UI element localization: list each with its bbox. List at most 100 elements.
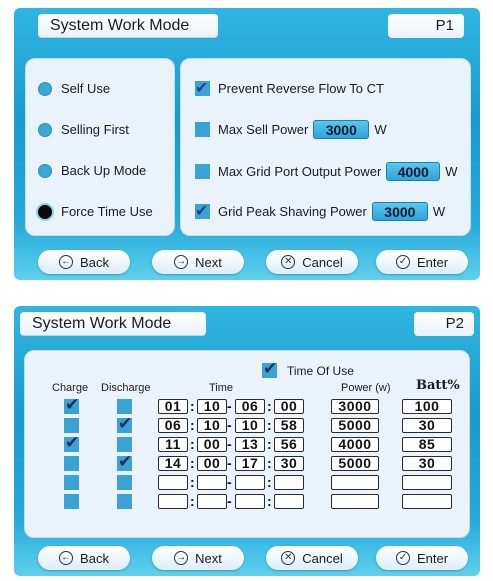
start-hour-input[interactable]: 01 <box>158 399 188 414</box>
option-grid-peak-shaving[interactable]: Grid Peak Shaving Power 3000 W <box>195 201 445 221</box>
option-label: Grid Peak Shaving Power <box>218 204 367 219</box>
charge-checkbox[interactable] <box>64 395 79 415</box>
batt-input[interactable]: 30 <box>402 418 452 433</box>
mode-force-time-use[interactable]: Force Time Use <box>38 204 153 219</box>
option-max-sell-power[interactable]: Max Sell Power 3000 W <box>195 120 387 139</box>
option-label: Max Sell Power <box>218 122 309 137</box>
discharge-checkbox[interactable] <box>117 452 132 472</box>
charge-checkbox[interactable] <box>64 494 79 509</box>
time-dash: - <box>227 417 232 433</box>
end-minute-input[interactable]: 30 <box>274 456 304 471</box>
time-colon: : <box>190 417 195 433</box>
time-colon: : <box>190 436 195 452</box>
discharge-checkbox[interactable] <box>117 494 132 509</box>
enter-button[interactable]: ✓ Enter <box>376 250 468 274</box>
cancel-button[interactable]: ✕ Cancel <box>266 250 358 274</box>
start-hour-input[interactable] <box>158 494 188 509</box>
button-bar: ← Back → Next ✕ Cancel ✓ Enter <box>14 250 480 280</box>
arrow-left-circle-icon: ← <box>59 551 74 565</box>
next-button[interactable]: → Next <box>152 546 244 570</box>
end-hour-input[interactable]: 13 <box>235 437 265 452</box>
batt-input[interactable]: 100 <box>402 399 452 414</box>
page-indicator: P1 <box>388 14 464 38</box>
time-colon: : <box>267 493 272 509</box>
mode-selling-first[interactable]: Selling First <box>38 122 129 137</box>
time-dash: - <box>227 398 232 414</box>
start-minute-input[interactable] <box>197 475 227 490</box>
back-button[interactable]: ← Back <box>38 546 130 570</box>
checkbox-checked-icon[interactable] <box>195 78 210 98</box>
end-hour-input[interactable]: 06 <box>235 399 265 414</box>
end-minute-input[interactable]: 58 <box>274 418 304 433</box>
next-button[interactable]: → Next <box>152 250 244 274</box>
radio-selected-icon <box>38 204 52 219</box>
power-input[interactable]: 3000 <box>331 399 379 414</box>
time-colon: : <box>267 417 272 433</box>
checkbox-icon[interactable] <box>195 164 210 179</box>
title-bar: System Work Mode P1 <box>14 8 480 42</box>
end-hour-input[interactable] <box>235 494 265 509</box>
discharge-checkbox[interactable] <box>117 437 132 452</box>
charge-checkbox[interactable] <box>64 456 79 471</box>
back-button[interactable]: ← Back <box>38 250 130 274</box>
mode-self-use[interactable]: Self Use <box>38 81 110 96</box>
start-minute-input[interactable]: 00 <box>197 437 227 452</box>
time-dash: - <box>227 474 232 490</box>
discharge-checkbox[interactable] <box>117 414 132 434</box>
charge-checkbox[interactable] <box>64 433 79 453</box>
start-minute-input[interactable] <box>197 494 227 509</box>
grid-peak-shaving-input[interactable]: 3000 <box>371 202 428 221</box>
discharge-checkbox[interactable] <box>117 475 132 490</box>
power-input[interactable]: 4000 <box>331 437 379 452</box>
power-input[interactable] <box>331 475 379 490</box>
end-hour-input[interactable] <box>235 475 265 490</box>
option-prevent-reverse-flow[interactable]: Prevent Reverse Flow To CT <box>195 78 384 98</box>
start-minute-input[interactable]: 00 <box>197 456 227 471</box>
button-label: Cancel <box>302 550 343 566</box>
x-circle-icon: ✕ <box>281 551 296 565</box>
enter-button[interactable]: ✓ Enter <box>376 546 468 570</box>
end-minute-input[interactable] <box>274 494 304 509</box>
batt-input[interactable] <box>402 494 452 509</box>
max-sell-power-input[interactable]: 3000 <box>313 120 370 139</box>
x-circle-icon: ✕ <box>281 255 296 269</box>
start-minute-input[interactable]: 10 <box>197 399 227 414</box>
checkbox-icon[interactable] <box>195 122 210 137</box>
power-input[interactable]: 5000 <box>331 418 379 433</box>
end-hour-input[interactable]: 10 <box>235 418 265 433</box>
checkbox-checked-icon[interactable] <box>195 201 210 221</box>
end-minute-input[interactable]: 00 <box>274 399 304 414</box>
start-hour-input[interactable]: 14 <box>158 456 188 471</box>
charge-checkbox[interactable] <box>64 418 79 433</box>
power-input[interactable]: 5000 <box>331 456 379 471</box>
power-input[interactable] <box>331 494 379 509</box>
mode-back-up[interactable]: Back Up Mode <box>38 163 146 178</box>
mode-label: Back Up Mode <box>61 163 147 178</box>
max-grid-port-input[interactable]: 4000 <box>386 162 441 181</box>
discharge-checkbox[interactable] <box>117 399 132 414</box>
time-of-use-checkbox[interactable] <box>262 359 277 379</box>
start-minute-input[interactable]: 10 <box>197 418 227 433</box>
batt-input[interactable] <box>402 475 452 490</box>
charge-checkbox[interactable] <box>64 475 79 490</box>
start-hour-input[interactable]: 06 <box>158 418 188 433</box>
header-discharge: Discharge <box>101 382 151 394</box>
option-label: Prevent Reverse Flow To CT <box>218 81 384 96</box>
schedule-panel: Time Of Use Charge Discharge Time Power … <box>24 350 470 538</box>
cancel-button[interactable]: ✕ Cancel <box>266 546 358 570</box>
batt-input[interactable]: 85 <box>402 437 452 452</box>
header-time: Time <box>209 382 234 394</box>
time-colon: : <box>267 436 272 452</box>
end-minute-input[interactable] <box>274 475 304 490</box>
button-label: Back <box>80 550 109 566</box>
start-hour-input[interactable] <box>158 475 188 490</box>
time-colon: : <box>190 455 195 471</box>
title-bar: System Work Mode P2 <box>14 306 480 340</box>
option-max-grid-port-output[interactable]: Max Grid Port Output Power 4000 W <box>195 162 458 181</box>
arrow-right-circle-icon: → <box>174 255 189 269</box>
batt-input[interactable]: 30 <box>402 456 452 471</box>
check-circle-icon: ✓ <box>395 255 410 269</box>
end-minute-input[interactable]: 56 <box>274 437 304 452</box>
end-hour-input[interactable]: 17 <box>235 456 265 471</box>
start-hour-input[interactable]: 11 <box>158 437 188 452</box>
